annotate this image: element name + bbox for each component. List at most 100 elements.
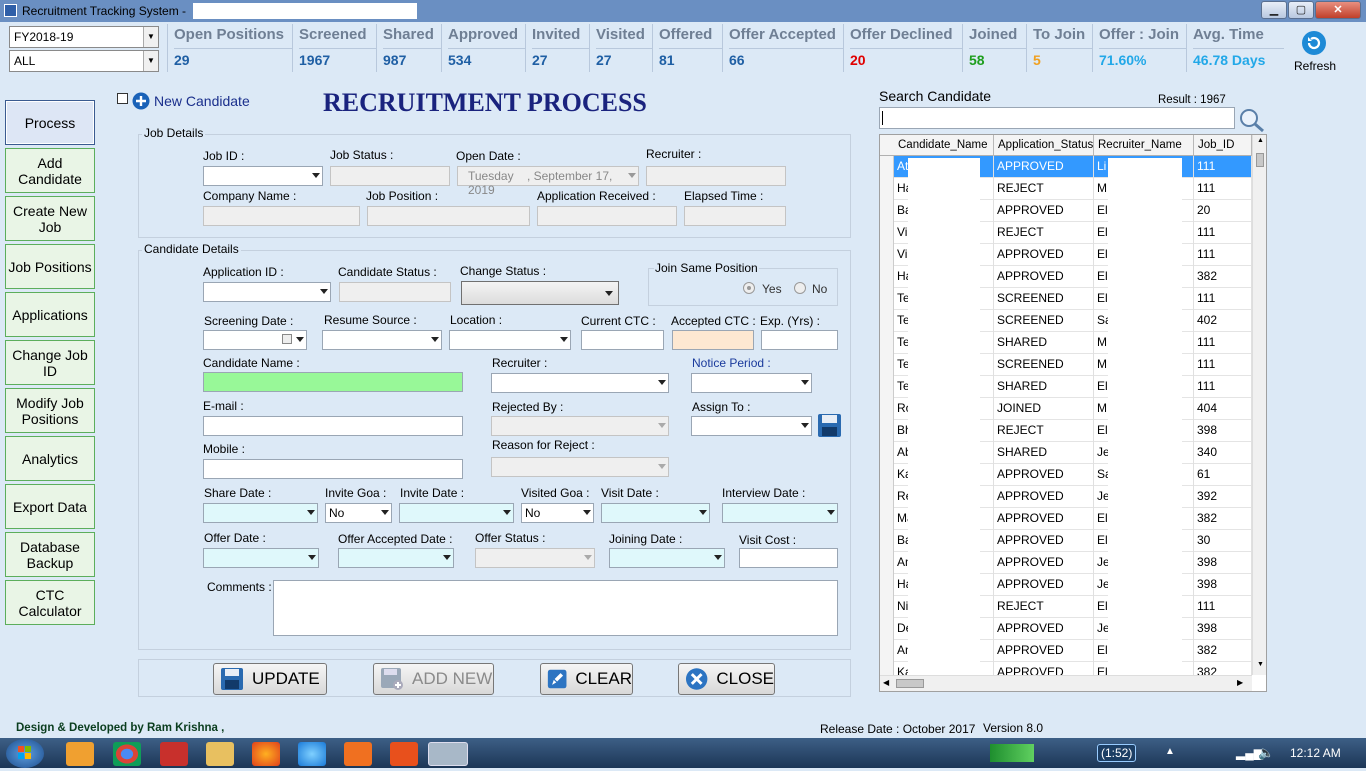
location-select[interactable] (449, 330, 571, 350)
close-button[interactable]: CLOSE (678, 663, 775, 695)
column-header[interactable]: Job_ID (1194, 135, 1252, 156)
chevron-down-icon (296, 337, 304, 342)
joining-date-picker[interactable] (609, 548, 725, 568)
acrobat-icon[interactable] (160, 742, 188, 766)
maximize-button[interactable]: ▢ (1288, 1, 1314, 19)
media-player-icon[interactable] (66, 742, 94, 766)
no-radio[interactable] (794, 282, 806, 294)
application-id-select[interactable] (203, 282, 331, 302)
refresh-button[interactable]: Refresh (1294, 30, 1336, 73)
nav-button-5[interactable]: Change Job ID (5, 340, 95, 385)
horizontal-scrollbar[interactable]: ◀ ▶ (880, 675, 1252, 691)
email-input[interactable] (203, 416, 463, 436)
close-window-button[interactable]: ✕ (1315, 1, 1361, 19)
table-cell: 398 (1194, 618, 1252, 640)
chevron-down-icon (560, 337, 568, 342)
resume-source-select[interactable] (322, 330, 442, 350)
yes-radio[interactable] (743, 282, 755, 294)
add-new-button[interactable]: ADD NEW (373, 663, 494, 695)
column-header[interactable]: Candidate_Name (894, 135, 994, 156)
table-cell: 382 (1194, 266, 1252, 288)
scope-select[interactable]: ALL ▼ (9, 50, 159, 72)
clear-button[interactable]: CLEAR (540, 663, 633, 695)
volume-icon[interactable]: 🔈 (1258, 745, 1274, 761)
nav-button-7[interactable]: Analytics (5, 436, 95, 481)
tray-up-icon[interactable]: ▲ (1165, 746, 1175, 757)
chrome-icon[interactable] (113, 742, 141, 766)
interview-date-picker[interactable] (722, 503, 838, 523)
stat-6: Offered 81 (652, 24, 722, 72)
share-date-picker[interactable] (203, 503, 318, 523)
invite-goa-select[interactable]: No (325, 503, 392, 523)
column-header[interactable]: Recruiter_Name (1094, 135, 1194, 156)
invite-date-picker[interactable] (399, 503, 514, 523)
company-name-field (203, 206, 360, 226)
column-header[interactable]: Application_Status (994, 135, 1094, 156)
taskbar (0, 738, 1366, 768)
visit-date-label: Visit Date : (601, 486, 659, 500)
result-count: Result : 1967 (1158, 94, 1226, 106)
start-button[interactable] (6, 739, 44, 768)
candidate-name-input[interactable] (203, 372, 463, 392)
job-id-select[interactable] (203, 166, 323, 186)
nav-button-6[interactable]: Modify Job Positions (5, 388, 95, 433)
search-icon[interactable] (1238, 107, 1266, 133)
table-cell: 111 (1194, 222, 1252, 244)
candidate-grid[interactable]: Candidate_Name Application_Status Recruite… (879, 134, 1267, 692)
offer-date-picker[interactable] (203, 548, 319, 568)
nav-button-10[interactable]: CTC Calculator (5, 580, 95, 625)
offer-accepted-date-picker[interactable] (338, 548, 454, 568)
nav-button-8[interactable]: Export Data (5, 484, 95, 529)
update-label: UPDATE (252, 669, 320, 688)
elapsed-time-field (684, 206, 786, 226)
invite-goa-value: No (329, 506, 345, 520)
signal-meter-icon (990, 744, 1034, 762)
chevron-down-icon (801, 423, 809, 428)
recruitment-app-task[interactable] (428, 742, 468, 766)
visited-goa-label: Visited Goa : (521, 486, 590, 500)
app-icon-orange[interactable] (344, 742, 372, 766)
add-record-icon (381, 668, 403, 690)
change-status-select[interactable] (461, 281, 619, 305)
search-input[interactable] (879, 107, 1235, 129)
nav-button-0[interactable]: Process (5, 100, 95, 145)
update-button[interactable]: UPDATE (213, 663, 327, 695)
offer-status-label: Offer Status : (475, 531, 546, 545)
recruiter-select[interactable] (491, 373, 669, 393)
table-cell: APPROVED (994, 156, 1094, 178)
minimize-button[interactable]: ▁ (1261, 1, 1287, 19)
table-cell: SHARED (994, 442, 1094, 464)
screening-date-picker[interactable] (203, 330, 307, 350)
nav-button-3[interactable]: Job Positions (5, 244, 95, 289)
visit-cost-input[interactable] (739, 548, 838, 568)
recruiter-label: Recruiter : (492, 356, 548, 370)
visited-goa-select[interactable]: No (521, 503, 594, 523)
comments-textarea[interactable] (273, 580, 838, 636)
nav-label: CTC Calculator (18, 586, 82, 619)
mobile-input[interactable] (203, 459, 463, 479)
notice-period-select[interactable] (691, 373, 812, 393)
stat-value: 1967 (299, 48, 376, 72)
ie-icon[interactable] (298, 742, 326, 766)
change-status-label: Change Status : (460, 264, 547, 278)
brave-icon[interactable] (390, 742, 418, 766)
current-ctc-input[interactable] (581, 330, 664, 350)
visit-date-picker[interactable] (601, 503, 710, 523)
year-select[interactable]: FY2018-19 ▼ (9, 26, 159, 48)
nav-button-1[interactable]: Add Candidate (5, 148, 95, 193)
nav-button-2[interactable]: Create New Job (5, 196, 95, 241)
chevron-down-icon (308, 555, 316, 560)
firefox-icon[interactable] (252, 742, 280, 766)
save-icon[interactable] (817, 413, 842, 438)
table-cell: REJECT (994, 420, 1094, 442)
stat-11: Offer : Join 71.60% (1092, 24, 1186, 72)
folder-icon[interactable] (206, 742, 234, 766)
nav-button-9[interactable]: Database Backup (5, 532, 95, 577)
vertical-scrollbar[interactable]: ▲ ▼ (1252, 135, 1266, 675)
clock: 12:12 AM (1290, 746, 1341, 760)
experience-input[interactable] (761, 330, 838, 350)
assign-to-select[interactable] (691, 416, 812, 436)
new-candidate-checkbox[interactable] (117, 93, 128, 104)
nav-button-4[interactable]: Applications (5, 292, 95, 337)
accepted-ctc-input[interactable] (672, 330, 754, 350)
